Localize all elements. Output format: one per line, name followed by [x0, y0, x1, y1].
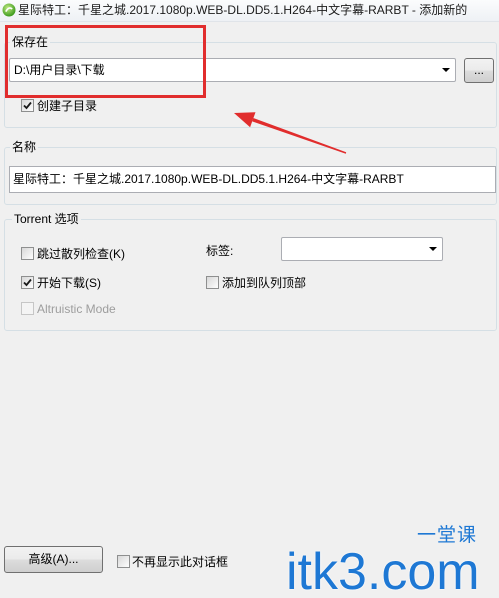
watermark-brand: 一堂课: [417, 524, 478, 546]
title-bar[interactable]: 星际特工：千星之城.2017.1080p.WEB-DL.DD5.1.H264-中…: [0, 0, 499, 22]
dont-show-again-checkbox[interactable]: [117, 555, 130, 568]
window-title: 星际特工：千星之城.2017.1080p.WEB-DL.DD5.1.H264-中…: [18, 3, 468, 17]
altruistic-mode-label: Altruistic Mode: [37, 302, 116, 316]
add-to-top-label[interactable]: 添加到队列顶部: [222, 276, 306, 290]
name-title: 名称: [10, 140, 39, 154]
check-icon: [23, 278, 32, 287]
chevron-down-icon[interactable]: [442, 68, 450, 72]
torrent-options-title: Torrent 选项: [12, 212, 81, 226]
check-icon: [23, 101, 32, 110]
watermark-site: itk3.com: [286, 546, 480, 598]
skip-hash-check-label[interactable]: 跳过散列检查(K): [37, 247, 125, 261]
highlight-annotation-box: [5, 25, 206, 98]
chevron-down-icon[interactable]: [429, 247, 437, 251]
dont-show-again-label[interactable]: 不再显示此对话框: [132, 555, 228, 569]
create-subfolder-label[interactable]: 创建子目录: [37, 99, 97, 113]
torrent-name-field[interactable]: 星际特工：千星之城.2017.1080p.WEB-DL.DD5.1.H264-中…: [9, 166, 496, 193]
add-to-top-checkbox[interactable]: [206, 276, 219, 289]
tag-combobox[interactable]: [281, 237, 443, 261]
skip-hash-check-checkbox[interactable]: [21, 247, 34, 260]
advanced-button[interactable]: 高级(A)...: [4, 546, 103, 573]
qbittorrent-icon: [2, 3, 16, 17]
tag-label: 标签:: [206, 244, 234, 258]
torrent-name-value: 星际特工：千星之城.2017.1080p.WEB-DL.DD5.1.H264-中…: [13, 172, 404, 186]
browse-button[interactable]: ...: [464, 58, 494, 83]
create-subfolder-checkbox[interactable]: [21, 99, 34, 112]
altruistic-mode-checkbox: [21, 302, 34, 315]
start-download-label[interactable]: 开始下载(S): [37, 276, 101, 290]
start-download-checkbox[interactable]: [21, 276, 34, 289]
